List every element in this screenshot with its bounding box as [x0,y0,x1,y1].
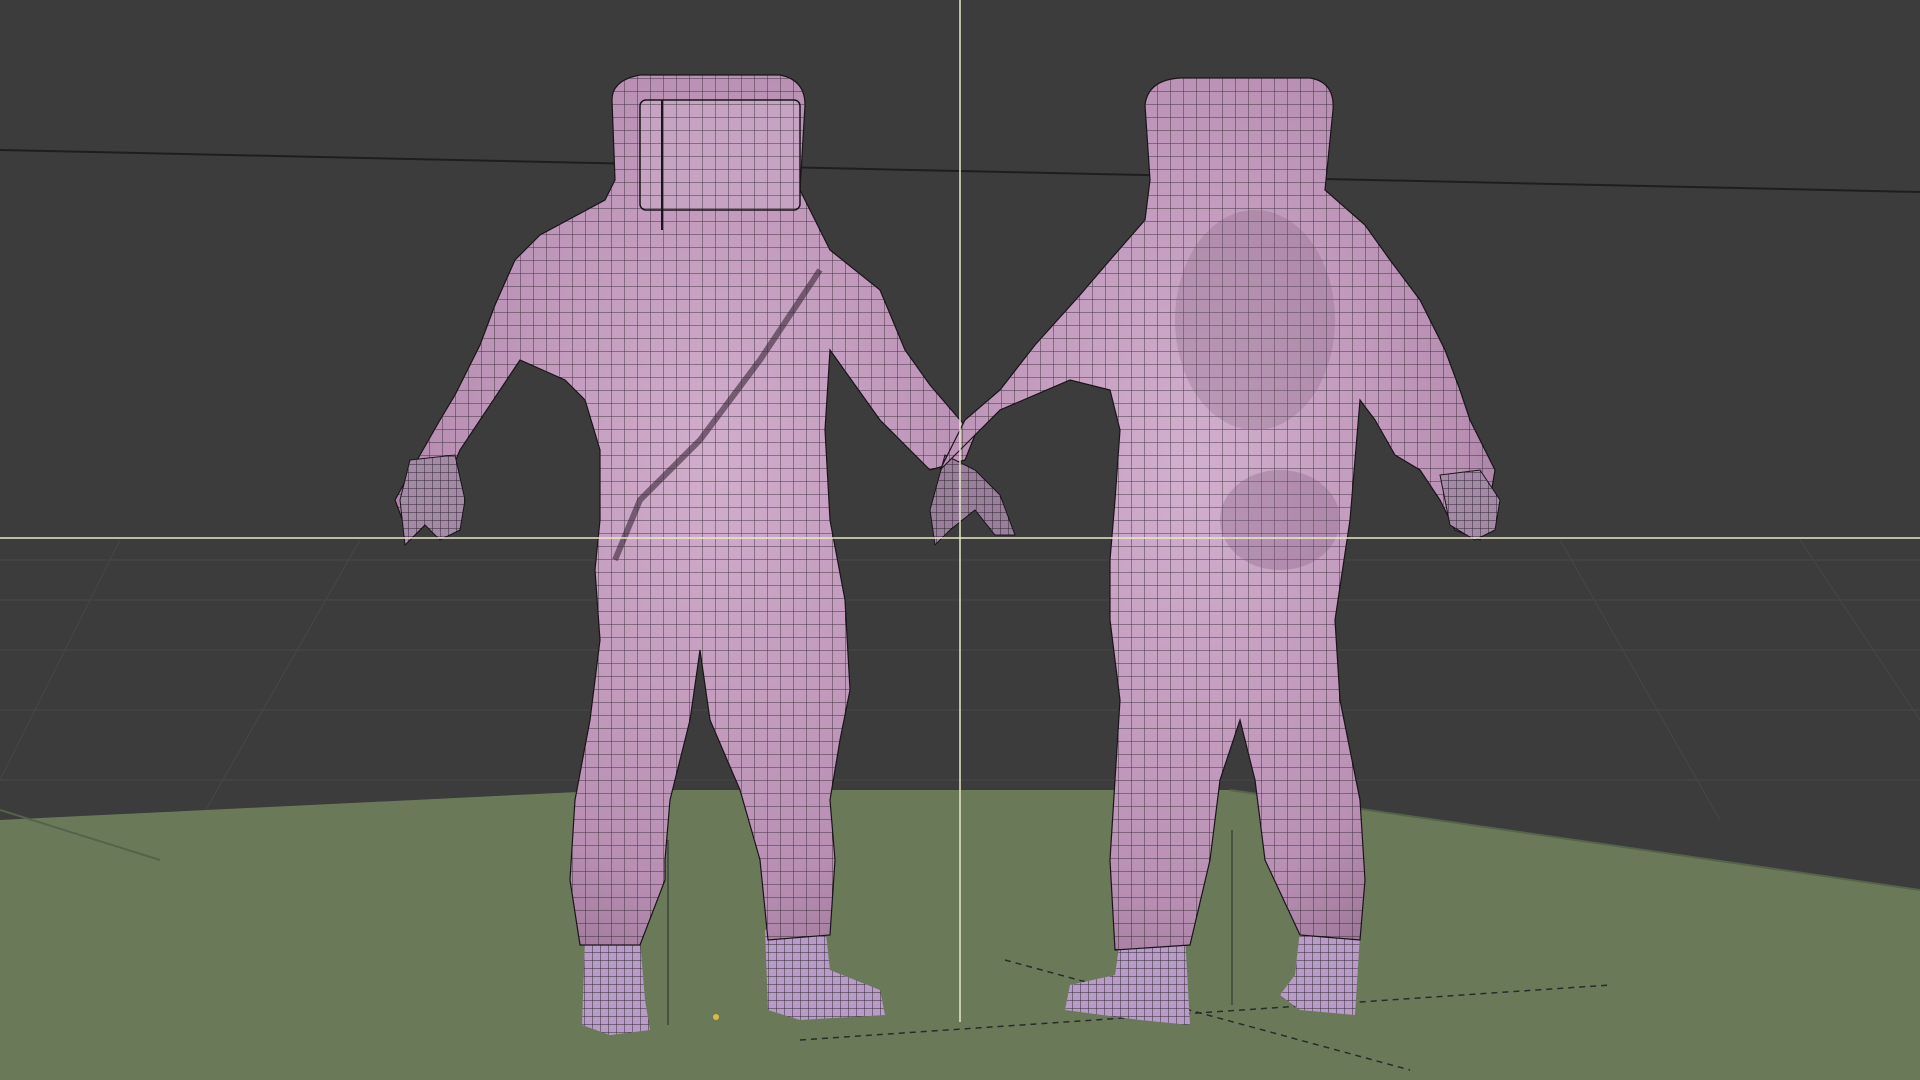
object-origin-icon[interactable] [713,1014,719,1020]
viewport-canvas[interactable] [0,0,1920,1080]
back-air-pack-bulge [1175,210,1335,430]
3d-viewport[interactable] [0,0,1920,1080]
